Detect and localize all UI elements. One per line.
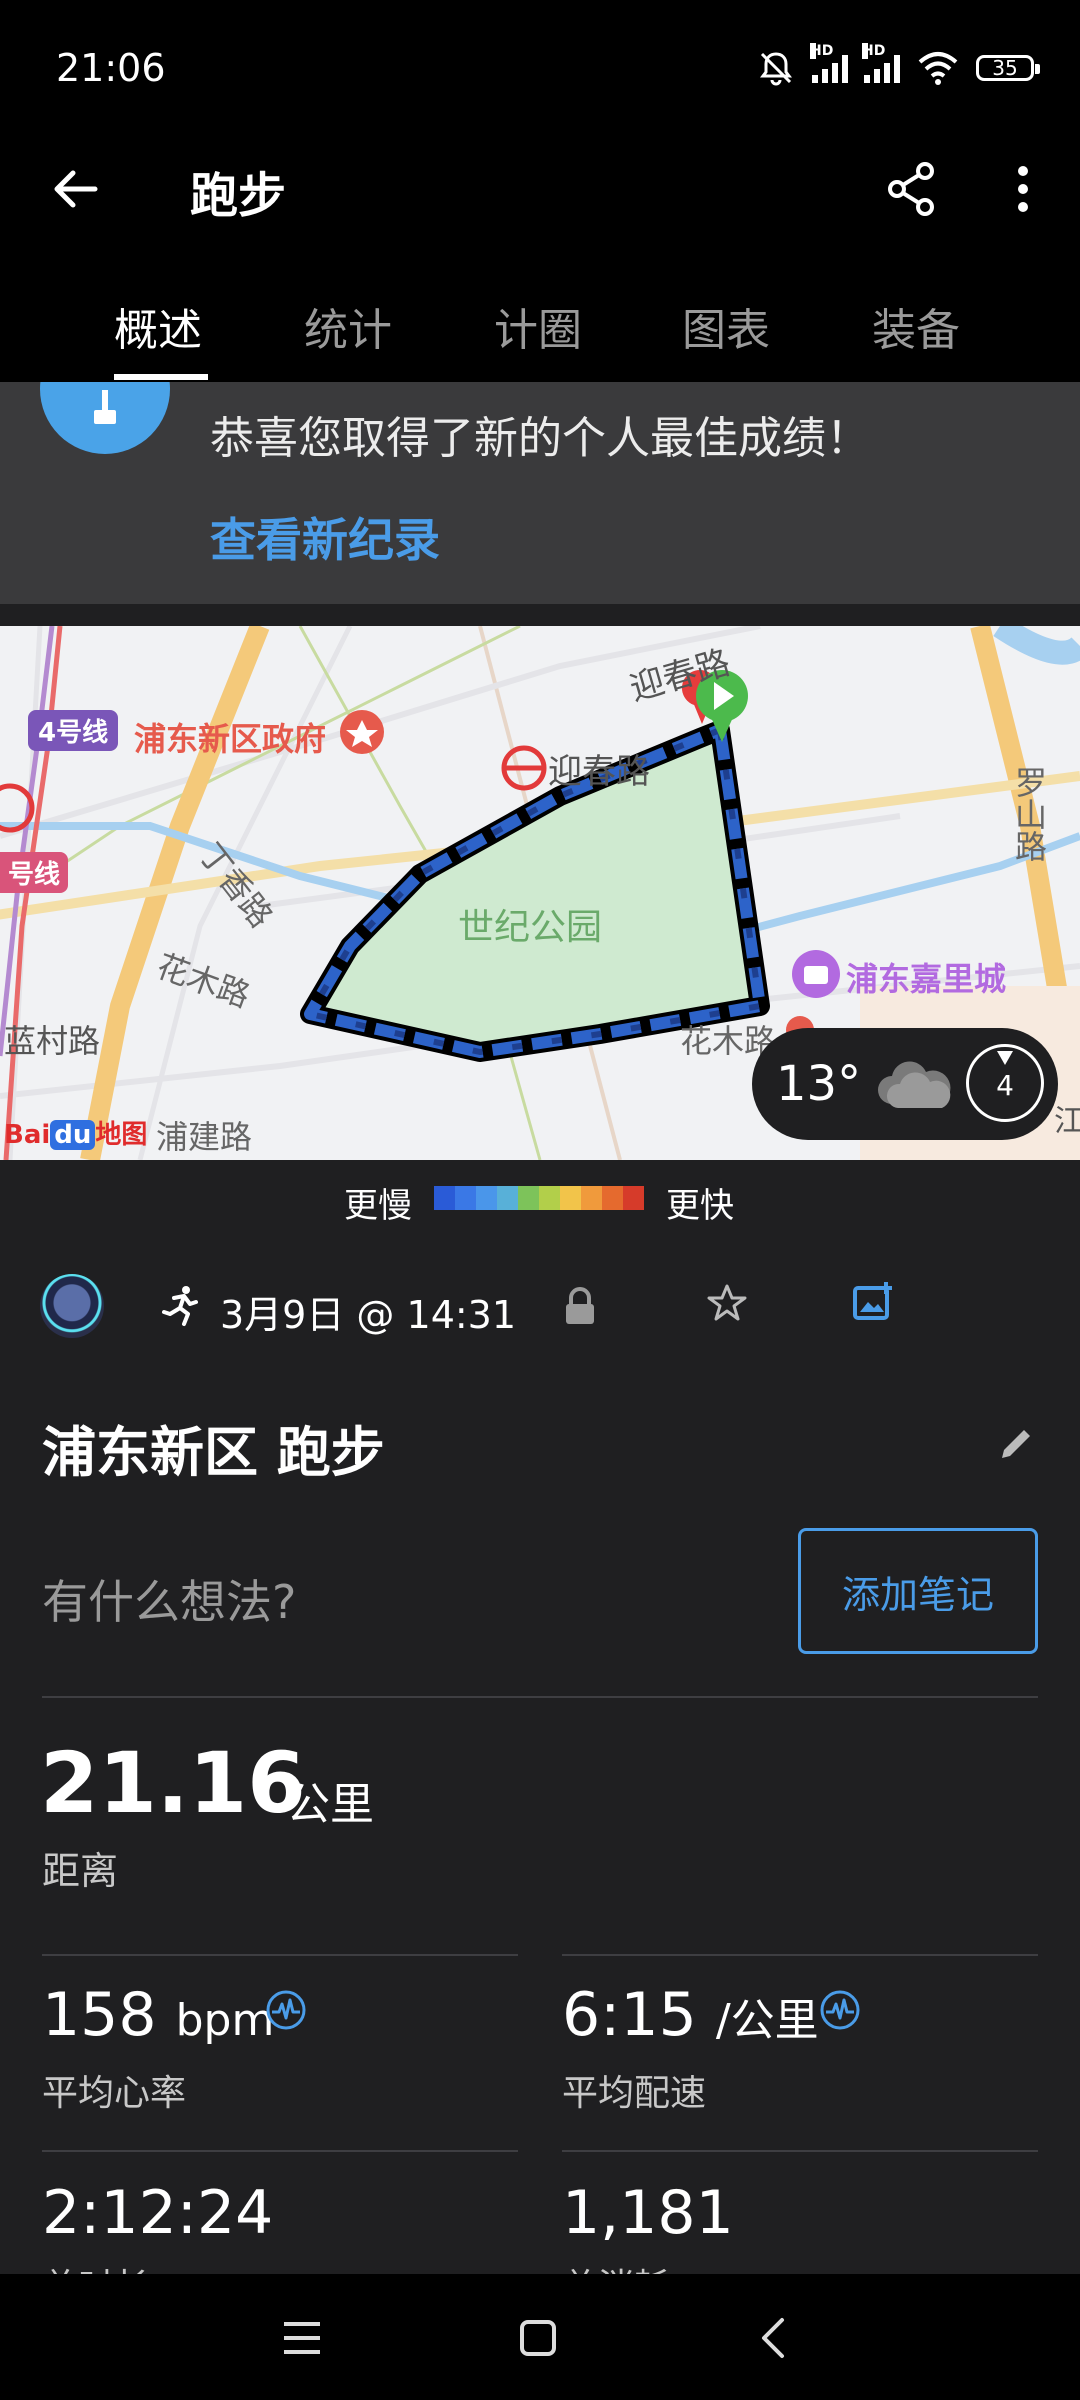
back-arrow-icon (54, 170, 98, 208)
avg-pace-unit: /公里 (715, 1995, 819, 2046)
active-tab-indicator (114, 374, 208, 380)
pace-color-swatch (623, 1186, 644, 1210)
app-bar: 跑步 (0, 130, 1080, 260)
pace-color-swatch (455, 1186, 476, 1210)
avg-pace-value: 6:15 /公里 (562, 1980, 819, 2050)
activity-title: 浦东新区 跑步 (42, 1421, 385, 1484)
pace-color-scale (434, 1186, 644, 1210)
tab-stats[interactable]: 统计 (304, 294, 392, 358)
system-nav-bar (0, 2274, 1080, 2400)
activity-meta-row: 3月9日 @ 14:31 (0, 1262, 1080, 1352)
more-vertical-icon (1018, 166, 1028, 212)
distance-unit: 公里 (286, 1779, 374, 1830)
edit-pencil-icon[interactable] (996, 1424, 1036, 1464)
pace-color-swatch (581, 1186, 602, 1210)
pace-color-swatch (602, 1186, 623, 1210)
status-time: 21:06 (56, 46, 166, 90)
map-label-pujian-road: 浦建路 (156, 1118, 253, 1156)
map-label-edge-right: 江文 (1054, 1104, 1080, 1139)
add-photo-icon[interactable] (852, 1280, 894, 1322)
tab-laps[interactable]: 计圈 (494, 294, 582, 358)
map-label-metro-line-partial: 号线 (0, 852, 69, 893)
heart-rate-sensor-icon (266, 1990, 306, 2030)
map-label-metro-line-4: 4号线 (28, 710, 119, 751)
map-label-pudong-kerry-city: 浦东嘉里城 (846, 960, 1007, 998)
map-label-yingchun-station: 迎春路 (548, 752, 650, 792)
weather-temperature: 13° (776, 1056, 862, 1112)
pace-color-swatch (518, 1186, 539, 1210)
map-label-luoshan-road: 罗山路 (1010, 766, 1048, 862)
wind-direction-icon (997, 1051, 1013, 1065)
tab-bar: 概述 统计 计圈 图表 装备 (0, 260, 1080, 382)
legend-faster-label: 更快 (666, 1186, 734, 1226)
system-back-button[interactable] (742, 2310, 802, 2366)
add-note-button[interactable]: 添加笔记 (798, 1528, 1038, 1654)
status-icons: HD HD 35 (756, 43, 1040, 90)
running-icon (162, 1286, 198, 1326)
lock-icon[interactable] (562, 1286, 598, 1326)
pace-color-swatch (476, 1186, 497, 1210)
divider (42, 1954, 518, 1956)
share-button[interactable] (876, 154, 946, 224)
tab-gear[interactable]: 装备 (872, 294, 960, 358)
battery-icon: 35 (976, 55, 1040, 81)
share-icon (888, 162, 934, 216)
pace-color-swatch (560, 1186, 581, 1210)
map-label-lancun-road: 蓝村路 (4, 1022, 101, 1060)
pace-sensor-icon (820, 1990, 860, 2030)
divider (42, 2150, 518, 2152)
divider (562, 2150, 1038, 2152)
divider (562, 1954, 1038, 1956)
wifi-icon (918, 52, 958, 85)
home-square-icon (520, 2320, 556, 2356)
pace-color-swatch (434, 1186, 455, 1210)
signal-2-icon: HD (862, 43, 900, 83)
pace-color-swatch (539, 1186, 560, 1210)
avg-heart-rate-value: 158 bpm (42, 1980, 275, 2050)
cloud-icon (878, 1061, 951, 1108)
view-records-link[interactable]: 查看新纪录 (210, 504, 440, 570)
legend-slower-label: 更慢 (344, 1186, 412, 1226)
calories-value: 1,181 (562, 2178, 734, 2248)
trophy-badge-icon (40, 382, 170, 454)
pace-color-swatch (497, 1186, 518, 1210)
menu-lines-icon (284, 2322, 320, 2354)
tab-charts[interactable]: 图表 (682, 294, 770, 358)
wind-speed: 4 (996, 1069, 1014, 1102)
mute-bell-icon (760, 52, 792, 86)
chevron-left-icon (762, 2318, 784, 2358)
recent-apps-button[interactable] (272, 2310, 332, 2366)
pace-legend: 更慢 更快 (0, 1160, 1080, 1234)
signal-1-icon: HD (810, 43, 848, 83)
avg-pace-label: 平均配速 (562, 2073, 707, 2114)
user-avatar[interactable] (40, 1274, 104, 1338)
wind-speed-dial: 4 (966, 1044, 1044, 1122)
page-title: 跑步 (190, 168, 287, 224)
star-icon[interactable] (706, 1282, 748, 1324)
back-button[interactable] (40, 154, 110, 224)
tab-overview[interactable]: 概述 (114, 294, 202, 358)
baidu-map-logo: Bai du 地图 (4, 1120, 148, 1150)
more-options-button[interactable] (988, 154, 1058, 224)
record-message: 恭喜您取得了新的个人最佳成绩！ (210, 413, 870, 464)
avg-heart-rate-label: 平均心率 (42, 2073, 187, 2114)
activity-screen: 21:06 HD HD 35 跑步 概述 统计 计圈 图表 装备 恭喜您取得了新… (0, 0, 1080, 2400)
status-bar: 21:06 HD HD 35 (0, 0, 1080, 130)
thoughts-placeholder[interactable]: 有什么想法? (42, 1566, 296, 1632)
distance-value: 21.16 (40, 1734, 306, 1832)
weather-badge: 13° 4 (752, 1028, 1058, 1140)
divider (42, 1696, 1038, 1698)
map-label-pudong-government: 浦东新区政府 (134, 720, 327, 758)
home-button[interactable] (508, 2310, 568, 2366)
distance-label: 距离 (42, 1849, 119, 1893)
avg-heart-rate-unit: bpm (175, 1995, 275, 2046)
activity-date: 3月9日 @ 14:31 (220, 1293, 517, 1337)
map-label-century-park: 世纪公园 (458, 907, 603, 948)
personal-record-banner: 恭喜您取得了新的个人最佳成绩！ 查看新纪录 (0, 382, 1080, 604)
total-time-value: 2:12:24 (42, 2178, 274, 2248)
